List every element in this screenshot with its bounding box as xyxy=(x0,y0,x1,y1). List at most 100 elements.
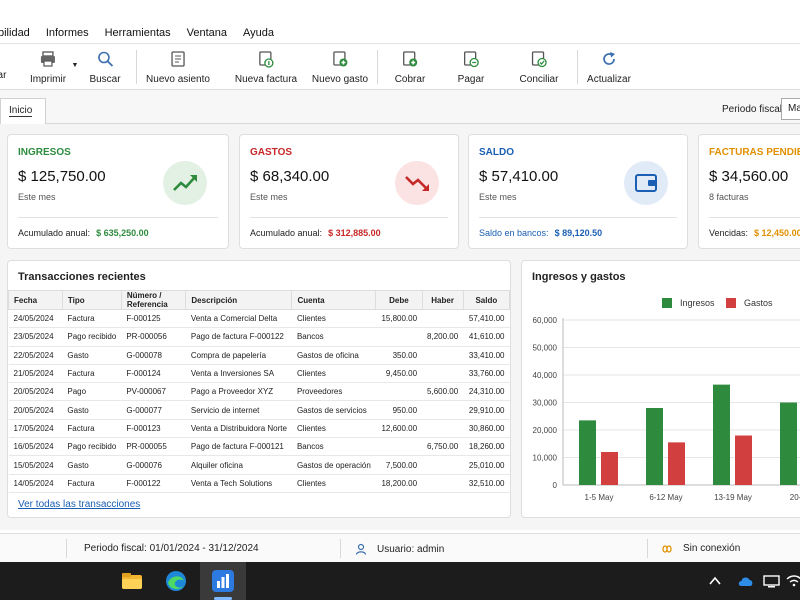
bar-ingresos[interactable] xyxy=(646,408,663,485)
table-row[interactable]: 20/05/2024 Pago PV-000067 Pago a Proveedor … xyxy=(8,382,510,402)
balance-footer: Saldo en bancos: $ 89,120.50 xyxy=(479,228,602,238)
table-cell: Clientes xyxy=(291,364,376,384)
refresh-icon xyxy=(603,52,615,65)
table-cell: 21/05/2024 xyxy=(8,364,63,384)
new-entry-button[interactable]: Nuevo asiento xyxy=(146,50,210,85)
table-cell: 33,410.00 xyxy=(463,346,510,365)
tab-bar: Inicio xyxy=(0,90,800,125)
column-header[interactable]: Descripción xyxy=(185,290,293,310)
column-header[interactable]: Tipo xyxy=(61,290,122,310)
table-row[interactable]: 22/05/2024 Gasto G-000078 Compra de papeler… xyxy=(8,346,510,365)
table-cell: Pago xyxy=(62,382,122,402)
collect-label: Cobrar xyxy=(394,74,426,85)
pending-sub: 8 facturas xyxy=(709,192,749,202)
wifi-icon[interactable] xyxy=(786,573,800,589)
search-button[interactable]: Buscar xyxy=(89,50,121,85)
reconcile-button[interactable]: Conciliar xyxy=(520,50,558,85)
menu-ventana[interactable]: Ventana xyxy=(187,27,227,39)
table-cell: Clientes xyxy=(291,309,376,329)
table-cell: Pago recibido xyxy=(62,437,122,457)
table-cell: 33,760.00 xyxy=(463,364,510,384)
table-row[interactable]: 17/05/2024 Factura F-000123 Venta a Distrib… xyxy=(8,419,510,439)
table-cell: F-000123 xyxy=(121,419,186,439)
collect-button[interactable]: Cobrar xyxy=(394,50,426,85)
status-separator xyxy=(66,539,67,558)
column-header[interactable]: Saldo xyxy=(462,290,511,310)
new-expense-button[interactable]: Nuevo gasto xyxy=(312,50,368,85)
new-entry-label: Nuevo asiento xyxy=(146,74,210,85)
balance-footer-label: Saldo en bancos: xyxy=(479,228,549,238)
table-row[interactable]: 20/05/2024 Gasto G-000077 Servicio de inter… xyxy=(8,400,510,420)
table-cell: Pago a Proveedor XYZ xyxy=(185,382,292,402)
table-cell xyxy=(422,474,464,493)
new-invoice-button[interactable]: Nueva factura xyxy=(235,50,297,85)
table-cell: F-000124 xyxy=(121,364,186,384)
menu-bar: bilidad Informes Herramientas Ventana Ay… xyxy=(0,23,800,44)
accounting-app-icon[interactable] xyxy=(211,569,235,593)
table-cell xyxy=(375,437,423,457)
refresh-button[interactable]: Actualizar xyxy=(587,50,631,85)
table-row[interactable]: 16/05/2024 Pago recibido PR-000055 Pago de … xyxy=(8,437,510,457)
status-user-label: Usuario: admin xyxy=(377,543,445,555)
edge-browser-icon[interactable] xyxy=(164,569,188,593)
bar-ingresos[interactable] xyxy=(780,402,797,486)
income-footer: Acumulado anual: $ 635,250.00 xyxy=(18,228,149,238)
table-cell: Factura xyxy=(62,474,122,493)
table-cell: PR-000055 xyxy=(121,437,186,457)
bar-ingresos[interactable] xyxy=(713,384,730,485)
journal-entry-icon xyxy=(171,51,185,67)
table-cell: 350.00 xyxy=(375,346,423,365)
table-cell: F-000125 xyxy=(121,309,186,329)
balance-sub: Este mes xyxy=(479,192,517,202)
expense-footer-label: Acumulado anual: xyxy=(250,228,323,238)
pending-value: $ 34,560.00 xyxy=(709,168,789,185)
table-cell: Gasto xyxy=(62,346,122,365)
pay-button[interactable]: Pagar xyxy=(458,50,484,85)
bar-ingresos[interactable] xyxy=(579,420,596,485)
bar-gastos[interactable] xyxy=(601,452,618,485)
column-header[interactable]: Cuenta xyxy=(291,290,377,310)
table-cell xyxy=(422,346,464,365)
toolbar-partial-button[interactable]: ar xyxy=(0,70,6,81)
income-card: INGRESOS $ 125,750.00 Este mes Acumulado… xyxy=(7,134,229,249)
print-button[interactable]: Imprimir xyxy=(30,50,66,85)
menu-ayuda[interactable]: Ayuda xyxy=(243,27,274,39)
bar-gastos[interactable] xyxy=(735,435,752,486)
column-header[interactable]: Haber xyxy=(421,290,464,310)
cloud-icon[interactable] xyxy=(737,573,755,589)
column-header[interactable]: Debe xyxy=(375,290,423,310)
file-explorer-icon[interactable] xyxy=(120,569,144,593)
column-header[interactable]: Fecha xyxy=(8,290,63,310)
y-tick-label: 60,000 xyxy=(533,316,558,325)
menu-informes[interactable]: Informes xyxy=(46,27,89,39)
table-row[interactable]: 14/05/2024 Factura F-000122 Venta a Tech So… xyxy=(8,474,510,493)
print-dropdown-arrow[interactable]: ▼ xyxy=(72,62,79,69)
column-header[interactable]: Número / Referencia xyxy=(120,290,187,310)
period-select[interactable]: Ma xyxy=(781,98,800,120)
status-separator xyxy=(647,539,648,558)
table-cell: 16/05/2024 xyxy=(8,437,63,457)
table-cell: F-000122 xyxy=(121,474,186,493)
table-header-row: Fecha Tipo Número / Referencia Descripción C… xyxy=(8,290,511,310)
display-icon[interactable] xyxy=(763,574,781,588)
table-cell: PR-000056 xyxy=(121,327,186,347)
tab-inicio[interactable]: Inicio xyxy=(0,98,46,125)
x-tick-label: 20-26 xyxy=(790,493,800,502)
bar-gastos[interactable] xyxy=(668,442,685,485)
card-divider xyxy=(479,217,677,218)
overdue-value: $ 12,450.00 xyxy=(754,228,800,238)
table-row[interactable]: 24/05/2024 Factura F-000125 Venta a Comerci… xyxy=(8,309,510,329)
table-cell xyxy=(422,309,464,329)
tab-inicio-label: Inicio xyxy=(9,105,33,117)
chevron-up-icon[interactable] xyxy=(707,573,723,589)
table-row[interactable]: 15/05/2024 Gasto G-000076 Alquiler oficina G… xyxy=(8,455,510,475)
toolbar-separator xyxy=(577,50,578,84)
menu-herramientas[interactable]: Herramientas xyxy=(105,27,171,39)
menu-contabilidad[interactable]: bilidad xyxy=(0,27,30,39)
view-all-transactions-link[interactable]: Ver todas las transacciones xyxy=(18,499,140,510)
table-row[interactable]: 23/05/2024 Pago recibido PR-000056 Pago de … xyxy=(8,327,510,347)
expense-card-title: GASTOS xyxy=(250,147,293,158)
table-cell: Clientes xyxy=(291,474,376,493)
table-cell xyxy=(422,400,464,420)
table-row[interactable]: 21/05/2024 Factura F-000124 Venta a Inversi… xyxy=(8,364,510,384)
